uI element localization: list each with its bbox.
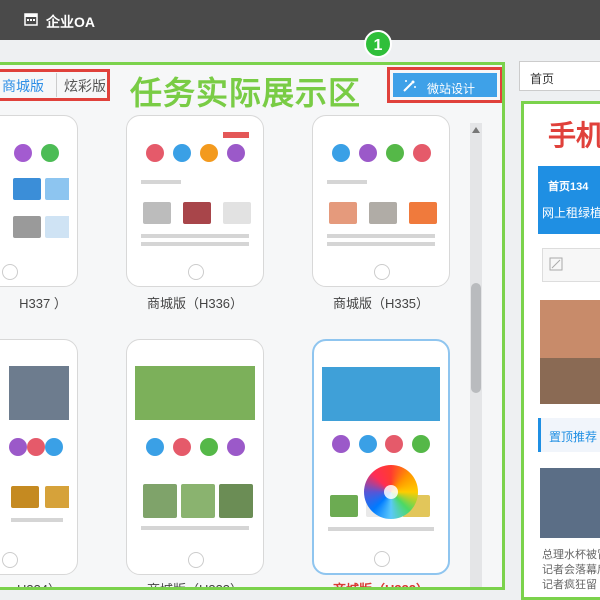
mobile-preview-title: 手机 [548, 120, 600, 151]
mobile-banner-image [540, 300, 600, 404]
scrollbar-thumb[interactable] [471, 283, 481, 393]
mobile-preview-area: 手机 首页134 网上租绿植 置顶推荐 总理水杯被冒 记者会落幕后 记者疯狂留 [521, 101, 600, 600]
template-preview [0, 354, 69, 548]
template-icon-row [9, 438, 63, 458]
template-card-h336[interactable] [126, 115, 264, 287]
template-label-h332: 商城版（H332） [332, 582, 430, 590]
template-icon-row [9, 144, 63, 164]
mobile-news-image [540, 468, 600, 538]
template-card-h337[interactable] [0, 115, 78, 287]
template-card-h334[interactable] [0, 339, 78, 575]
phone-home-button [2, 552, 18, 568]
design-button-label: 微站设计 [427, 82, 476, 96]
calendar-icon [24, 13, 38, 26]
app-title: 企业OA [46, 14, 95, 30]
news-line[interactable]: 记者疯狂留 [542, 578, 600, 593]
mobile-subtitle: 网上租绿植 [542, 206, 600, 220]
template-label-h336: 商城版（H336） [146, 296, 244, 311]
image-icon [549, 257, 563, 271]
mobile-home-label: 首页134 [548, 181, 589, 193]
template-preview [322, 355, 440, 547]
template-preview [321, 130, 441, 260]
phone-home-button [374, 551, 390, 567]
mobile-header: 首页134 网上租绿植 [538, 166, 600, 234]
tab-mall[interactable]: 商城版 [2, 76, 44, 96]
template-icon-row [141, 144, 249, 164]
template-preview [0, 130, 69, 260]
template-label-h333: 商城版（H333） [146, 582, 244, 590]
page-select[interactable]: 首页 [519, 61, 600, 91]
template-label-h334: H334） [16, 582, 62, 590]
mobile-section-title: 置顶推荐 [549, 430, 598, 444]
phone-home-button [374, 264, 390, 280]
template-label-h335: 商城版（H335） [332, 296, 430, 311]
template-label-h337: H337 ） [19, 296, 67, 311]
app-topbar: 企业OA [0, 0, 600, 40]
template-preview [135, 354, 255, 548]
template-icon-row [327, 144, 435, 164]
tab-divider [56, 73, 57, 97]
mobile-search-box[interactable] [542, 248, 600, 282]
color-wheel-icon[interactable] [364, 465, 418, 519]
design-button-highlight: 微站设计 [387, 67, 502, 103]
news-line[interactable]: 记者会落幕后 [542, 563, 600, 578]
magic-wand-icon [403, 80, 416, 92]
template-icon-row [328, 435, 434, 455]
task-display-area: 商城版 炫彩版 任务实际展示区 微站设计 H337 ） 商城版（H336） 商城… [0, 62, 505, 590]
tab-colorful[interactable]: 炫彩版 [64, 76, 106, 96]
template-card-h333[interactable] [126, 339, 264, 575]
template-card-h332[interactable] [312, 339, 450, 575]
scroll-up-arrow-icon[interactable] [472, 127, 480, 133]
phone-home-button [188, 552, 204, 568]
display-area-title: 任务实际展示区 [130, 75, 362, 111]
mobile-section-header: 置顶推荐 [538, 418, 600, 452]
template-icon-row [141, 438, 249, 458]
template-card-h335[interactable] [312, 115, 450, 287]
step-badge: 1 [364, 30, 392, 58]
template-preview [135, 130, 255, 260]
scrollbar[interactable] [470, 123, 482, 587]
phone-home-button [2, 264, 18, 280]
news-line[interactable]: 总理水杯被冒 [542, 548, 600, 563]
micro-site-design-button[interactable]: 微站设计 [393, 73, 497, 97]
phone-home-button [188, 264, 204, 280]
page-select-value: 首页 [530, 72, 555, 86]
mobile-news-list: 总理水杯被冒 记者会落幕后 记者疯狂留 [542, 548, 600, 593]
